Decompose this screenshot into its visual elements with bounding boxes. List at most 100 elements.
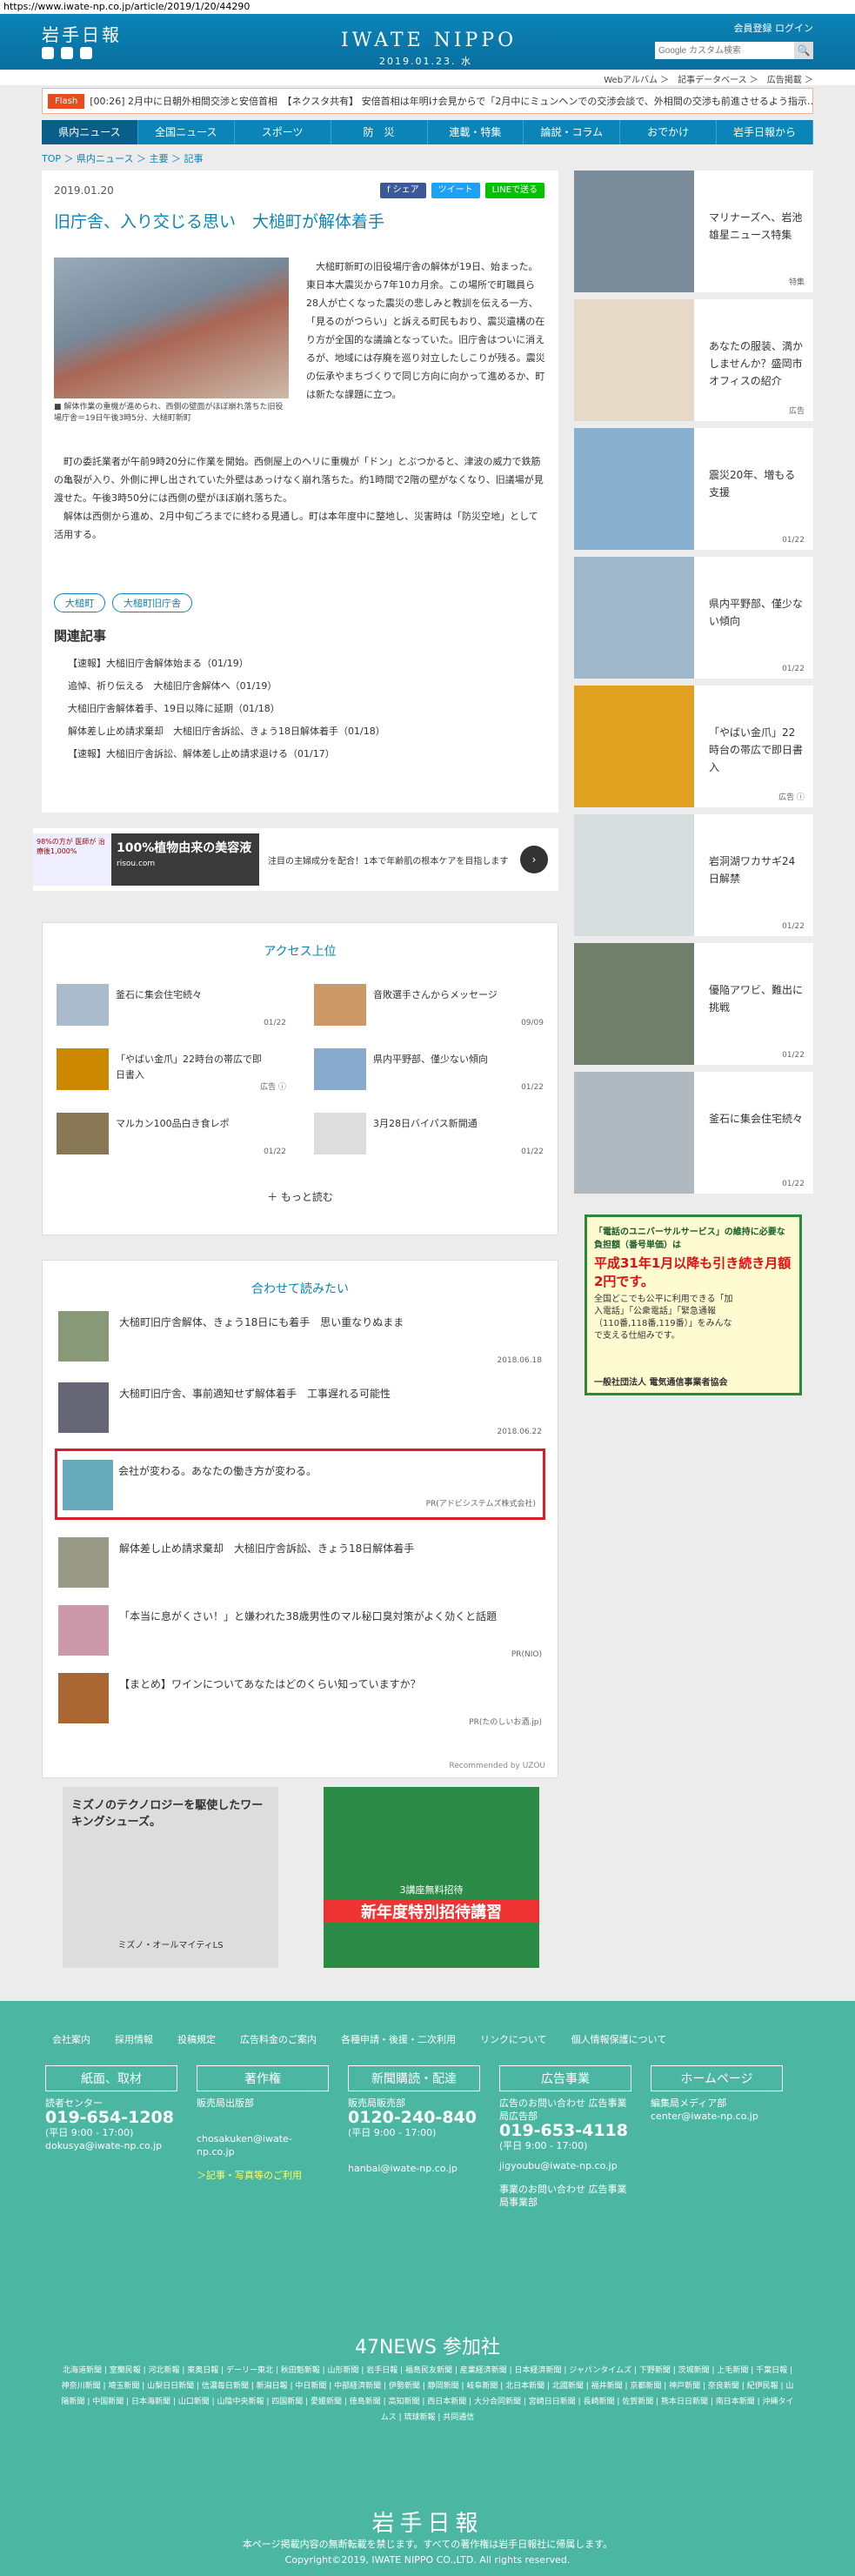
sub-links[interactable]: Webアルバム ＞ 記事データベース ＞ 広告掲載 ＞ [0, 70, 855, 85]
facebook-share-button[interactable]: f シェア [379, 183, 426, 198]
social-links [42, 47, 92, 59]
article-photo[interactable] [54, 258, 289, 398]
site-footer: 会社案内 採用情報 投稿規定 広告料金のご案内 各種申請・後援・二次利用 リンク… [0, 2001, 855, 2576]
tag-otsuchi[interactable]: 大槌町 [54, 593, 105, 612]
ad-banner-text: 注目の主婦成分を配合！1本で年齢肌の根本ケアを目指します [268, 856, 509, 866]
phone-number[interactable]: 019-653-4118 [499, 2123, 631, 2139]
side-ad-telecom[interactable]: 「電話のユニバーサルサービス」の維持に必要な負担額（番号単価）は 平成31年1月… [584, 1214, 802, 1395]
sidebar-item[interactable]: 県内平野部、僅少ない傾向 01/22 [574, 557, 813, 679]
footer-link[interactable]: ＞記事・写真等のご利用 [197, 2169, 329, 2182]
side-ad-body: 全国どこでも公平に利用できる「加入電話」「公衆電話」「緊急通報（110番,118… [594, 1295, 733, 1341]
footer-logo: 岩手日報 [371, 2511, 484, 2537]
phone-number[interactable]: 019-654-1208 [45, 2110, 177, 2126]
search-input[interactable] [655, 42, 794, 59]
nav-from-nippo[interactable]: 岩手日報から [717, 120, 813, 144]
nav-outing[interactable]: おでかけ [620, 120, 718, 144]
list-item[interactable]: 解体差し止め請求棄却 大槌旧庁舎訴訟、きょう18日解体着手 [58, 1537, 542, 1593]
share-buttons: f シェア ツイート LINEで送る [379, 183, 544, 198]
email-link[interactable]: chosakuken@iwate-np.co.jp [197, 2132, 329, 2158]
twitter-icon[interactable] [42, 47, 54, 59]
related-link[interactable]: 解体差し止め請求棄却 大槌旧庁舎訴訟、きょう18日解体着手（01/18） [68, 720, 385, 743]
nav-sports[interactable]: スポーツ [235, 120, 331, 144]
footer-link[interactable]: リンクについて [480, 2032, 547, 2046]
instagram-icon[interactable] [80, 47, 92, 59]
sidebar-item[interactable]: 優陥アワビ、難出に挑戦 01/22 [574, 943, 813, 1065]
related-list: 【速報】大槌旧庁舎解体始まる（01/19） 追悼、祈り伝える 大槌旧庁舎解体へ（… [68, 652, 385, 766]
nav-disaster[interactable]: 防 災 [331, 120, 428, 144]
ad-banner[interactable]: 98%の方が 医師が 治療後1,000% 100%植物由来の美容液 risou.c… [33, 828, 558, 891]
footer-link[interactable]: 採用情報 [115, 2032, 153, 2046]
footer-contact-subscription: 新聞購読・配達 販売局販売部 0120-240-840 (平日 9:00 - 17:… [348, 2065, 480, 2175]
list-item[interactable]: 大槌町旧庁舎解体、きょう18日にも着手 思い重なりぬまま 2018.06.18 [58, 1311, 542, 1367]
sidebar-item[interactable]: マリナーズへ、岩池雄星ニュース特集 特集 [574, 171, 813, 292]
read-together-heading: 合わせて読みたい [251, 1282, 349, 1296]
footer-link[interactable]: 個人情報保護について [571, 2032, 667, 2046]
footer-link[interactable]: 会社案内 [52, 2032, 90, 2046]
sidebar-item[interactable]: 震災20年、増もる支援 01/22 [574, 428, 813, 550]
ad-banner-title: 100%植物由来の美容液 risou.com [111, 833, 259, 886]
line-share-button[interactable]: LINEで送る [484, 183, 544, 198]
ad-school-text: 新年度特別招待講習 [324, 1900, 539, 1923]
ad-school[interactable]: 新年度特別招待講習 3講座無料招待 [324, 1787, 539, 1968]
pr-item[interactable]: 会社が変わる。あなたの働き方が変わる。 PR(アドビシステムズ株式会社) [55, 1449, 545, 1520]
flash-ticker[interactable]: Flash [00:26] 2月中に日朝外相間交渉と安倍首相 【ネクスタ共有】 … [42, 88, 813, 114]
email-link[interactable]: center@iwate-np.co.jp [651, 2110, 783, 2123]
ranking-item[interactable]: 3月28日バイパス新開通 01/22 [300, 1113, 552, 1160]
ranking-item[interactable]: マルカン100品白き食レポ 01/22 [43, 1113, 295, 1160]
account-links[interactable]: 会員登録 ログイン [734, 21, 814, 35]
ranking-item[interactable]: 音敗選手さんからメッセージ 09/09 [300, 984, 552, 1031]
email-link[interactable]: dokusya@iwate-np.co.jp [45, 2139, 177, 2152]
tweet-button[interactable]: ツイート [431, 183, 480, 198]
47news-members[interactable]: 北海道新聞 | 室蘭民報 | 河北新報 | 東奥日報 | デーリー東北 | 秋田… [61, 2363, 794, 2425]
list-item[interactable]: 大槌町旧庁舎、事前適知せず解体着手 工事遅れる可能性 2018.06.22 [58, 1382, 542, 1438]
side-ad-big: 平成31年1月以降も引き続き月額2円です。 [594, 1255, 792, 1289]
ranking-item[interactable]: 「やばい金爪」22時台の帯広で即日書入 広告 ⓘ [43, 1048, 295, 1095]
email-link[interactable]: hanbai@iwate-np.co.jp [348, 2162, 480, 2175]
email-link[interactable]: jigyoubu@iwate-np.co.jp [499, 2159, 631, 2172]
chevron-right-icon[interactable]: › [520, 846, 548, 873]
footer-link[interactable]: 投稿規定 [177, 2032, 216, 2046]
list-item[interactable]: 【まとめ】ワインについてあなたはどのくらい知っていますか？ PR(たのしいお酒.j… [58, 1673, 542, 1729]
footer-contact-editorial: 紙面、取材 読者センター 019-654-1208 (平日 9:00 - 17:00… [45, 2065, 177, 2152]
nav-local-news[interactable]: 県内ニュース [42, 120, 138, 144]
phone-number[interactable]: 0120-240-840 [348, 2110, 480, 2126]
header-date: 2019.01.23. 水 [379, 56, 472, 67]
nav-features[interactable]: 連載・特集 [428, 120, 524, 144]
search-icon[interactable]: 🔍 [794, 42, 813, 59]
sidebar-item[interactable]: 釜石に集会住宅続々 01/22 [574, 1072, 813, 1194]
main-nav: 県内ニュース 全国ニュース スポーツ 防 災 連載・特集 論説・コラム おでかけ… [42, 120, 813, 144]
sidebar-item[interactable]: あなたの服装、満かしませんか？盛岡市オフィスの紹介 広告 [574, 299, 813, 421]
side-ad-title: 「電話のユニバーサルサービス」の維持に必要な負担額（番号単価）は [594, 1228, 785, 1250]
nav-national-news[interactable]: 全国ニュース [138, 120, 235, 144]
ad-banner-site: risou.com [117, 860, 156, 868]
sidebar-item[interactable]: 「やばい金爪」22時台の帯広で即日書入 広告 ⓘ [574, 686, 813, 807]
sidebar-item[interactable]: 岩洞湖ワカサギ24日解禁 01/22 [574, 814, 813, 936]
footer-link[interactable]: 各種申請・後援・二次利用 [341, 2032, 456, 2046]
read-together: 合わせて読みたい 大槌町旧庁舎解体、きょう18日にも着手 思い重なりぬまま 201… [42, 1260, 558, 1778]
related-link[interactable]: 【速報】大槌旧庁舎解体始まる（01/19） [68, 652, 385, 675]
flash-text[interactable]: [00:26] 2月中に日朝外相間交渉と安倍首相 【ネクスタ共有】 安倍首相は年… [90, 94, 812, 108]
photo-caption: ■ 解体作業の重機が進められ、西側の壁面がほぼ崩れ落ちた旧役場庁舎＝19日午後3… [54, 403, 284, 423]
ranking-item[interactable]: 県内平野部、僅少ない傾向 01/22 [300, 1048, 552, 1095]
footer-link[interactable]: 広告料金のご案内 [240, 2032, 317, 2046]
ad-shoes[interactable]: ミズノのテクノロジーを駆使したワーキングシューズ。 ミズノ・オールマイティLS [63, 1787, 278, 1968]
search-box: 🔍 [655, 42, 813, 59]
recommended-credit: Recommended by UZOU [449, 1762, 545, 1770]
address-bar[interactable]: https://www.iwate-np.co.jp/article/2019/… [0, 0, 855, 14]
related-link[interactable]: 追悼、祈り伝える 大槌旧庁舎解体へ（01/19） [68, 675, 385, 698]
related-heading: 関連記事 [54, 628, 107, 644]
article-body-lead: 大槌町新町の旧役場庁舎の解体が19日、始まった。東日本大震災から7年10カ月余。… [306, 261, 545, 400]
related-link[interactable]: 【速報】大槌旧庁舎訴訟、解体差し止め請求退ける（01/17） [68, 743, 385, 766]
breadcrumb[interactable]: TOP ＞ 県内ニュース ＞ 主要 ＞ 記事 [42, 151, 203, 165]
related-link[interactable]: 大槌旧庁舎解体着手、19日以降に延期（01/18） [68, 698, 385, 720]
footer-links: 会社案内 採用情報 投稿規定 広告料金のご案内 各種申請・後援・二次利用 リンク… [52, 2032, 666, 2046]
ad-banner-left: 98%の方が 医師が 治療後1,000% [33, 833, 111, 886]
more-button[interactable]: ＋ もっと読む [43, 1189, 558, 1204]
nav-editorial[interactable]: 論説・コラム [524, 120, 621, 144]
footer-contact-copyright: 著作権 販売局出版部 chosakuken@iwate-np.co.jp ＞記事・… [197, 2065, 329, 2182]
list-item[interactable]: 「本当に息がくさい！」と嫌われた38歳男性のマル秘口臭対策がよく効くと話題 PR(… [58, 1605, 542, 1661]
tag-otsuchi-old-office[interactable]: 大槌町旧庁舎 [112, 593, 192, 612]
facebook-icon[interactable] [61, 47, 73, 59]
site-logo[interactable]: 岩手日報 [42, 21, 122, 46]
ranking-item[interactable]: 釜石に集会住宅続々 01/22 [43, 984, 295, 1031]
